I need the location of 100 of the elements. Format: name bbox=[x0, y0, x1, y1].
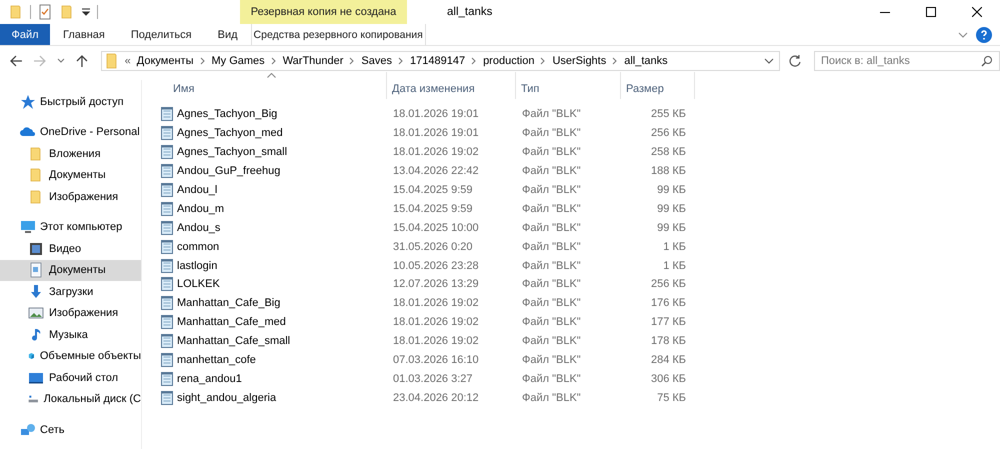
file-name[interactable]: Andou_l bbox=[177, 184, 218, 196]
ribbon-tab[interactable]: Поделиться bbox=[118, 24, 205, 45]
sidebar-item[interactable]: Изображения bbox=[0, 302, 141, 324]
file-name[interactable]: Manhattan_Cafe_med bbox=[177, 316, 286, 328]
sidebar-item[interactable]: Документы bbox=[0, 260, 141, 281]
table-cell-text: 18.01.2026 19:02 bbox=[392, 335, 480, 348]
breadcrumb[interactable]: all_tanks bbox=[624, 55, 668, 67]
file-name[interactable]: sight_andou_algeria bbox=[177, 392, 276, 404]
table-cell-text: 306 КБ bbox=[650, 372, 687, 385]
sidebar-item[interactable]: Музыка bbox=[0, 324, 141, 346]
table-cell-text: Файл "BLK" bbox=[521, 202, 582, 215]
picture-icon bbox=[28, 305, 44, 322]
table-cell-text: 01.03.2026 3:27 bbox=[392, 372, 474, 385]
table-cell-text: Файл "BLK" bbox=[521, 354, 582, 366]
file-icon bbox=[160, 314, 174, 330]
breadcrumb[interactable]: 171489147 bbox=[410, 55, 466, 67]
file-icon bbox=[160, 333, 174, 350]
address-bar[interactable]: « Документы My Games WarThunder Saves 171489147 production UserSights all_tanks bbox=[100, 51, 780, 71]
column-header[interactable]: Дата изменения bbox=[387, 72, 516, 99]
sidebar-item[interactable]: Рабочий стол bbox=[0, 367, 141, 388]
table-cell-text: 18.01.2026 19:01 bbox=[392, 108, 480, 120]
ribbon-tab[interactable]: Вид bbox=[204, 24, 251, 45]
document-icon bbox=[28, 262, 44, 278]
chevron-right-icon[interactable] bbox=[349, 57, 356, 65]
chevron-right-icon[interactable] bbox=[612, 57, 618, 65]
table-cell-text: 258 КБ bbox=[650, 146, 687, 158]
file-name[interactable]: manhettan_cofe bbox=[177, 354, 256, 366]
file-name[interactable]: Andou_GuP_freehug bbox=[177, 165, 280, 178]
file-name[interactable]: common bbox=[177, 240, 220, 253]
chevron-down-icon[interactable] bbox=[56, 57, 65, 65]
properties-icon[interactable] bbox=[37, 4, 53, 20]
column-header[interactable]: Тип bbox=[516, 72, 621, 99]
sidebar-item[interactable]: Объемные объекты bbox=[0, 346, 141, 367]
computer-icon bbox=[20, 219, 36, 236]
table-cell-text: 15.04.2025 9:59 bbox=[392, 202, 474, 215]
maximize-icon[interactable] bbox=[926, 7, 936, 17]
chevron-right-icon[interactable] bbox=[471, 57, 478, 65]
file-name[interactable]: Agnes_Tachyon_small bbox=[177, 146, 288, 158]
sidebar-item[interactable]: Этот компьютер bbox=[0, 216, 141, 238]
table-cell-text: 99 КБ bbox=[656, 202, 687, 215]
sidebar-item[interactable]: Загрузки bbox=[0, 281, 141, 302]
file-name[interactable]: lastlogin bbox=[177, 260, 218, 272]
sidebar-item[interactable]: OneDrive - Personal bbox=[0, 122, 141, 143]
sidebar-item[interactable]: Быстрый доступ bbox=[0, 91, 141, 112]
breadcrumb[interactable]: WarThunder bbox=[282, 55, 344, 67]
file-icon bbox=[160, 163, 174, 180]
file-name[interactable]: Manhattan_Cafe_small bbox=[177, 335, 290, 348]
ribbon-tab[interactable]: Файл bbox=[0, 24, 50, 45]
sidebar-item[interactable]: Изображения bbox=[0, 186, 141, 208]
chevron-right-icon[interactable] bbox=[270, 57, 277, 65]
table-cell-text: Файл "BLK" bbox=[521, 297, 582, 310]
table-cell-text: 176 КБ bbox=[650, 297, 687, 310]
sidebar-item[interactable]: Сеть bbox=[0, 419, 141, 440]
ribbon-tab[interactable]: Главная bbox=[50, 24, 118, 45]
back-arrow-icon[interactable] bbox=[9, 54, 23, 68]
overflow-marker[interactable]: « bbox=[124, 55, 131, 67]
sidebar-item[interactable]: Документы bbox=[0, 164, 141, 186]
table-cell-text: 255 КБ bbox=[650, 108, 687, 120]
sidebar-item[interactable]: Локальный диск (C bbox=[0, 388, 141, 410]
table-cell-text: 1 КБ bbox=[662, 260, 687, 272]
sidebar-item[interactable]: Видео bbox=[0, 238, 141, 260]
up-arrow-icon[interactable] bbox=[74, 54, 89, 68]
dropdown-icon[interactable] bbox=[81, 7, 91, 17]
file-name[interactable]: Andou_s bbox=[177, 222, 220, 234]
table-cell-text: 12.07.2026 13:29 bbox=[392, 278, 480, 290]
table-cell-text: 18.01.2026 19:02 bbox=[392, 146, 480, 158]
table-cell-text: Файл "BLK" bbox=[521, 108, 582, 120]
file-name[interactable]: Agnes_Tachyon_Big bbox=[177, 108, 278, 120]
table-cell-text: 99 КБ bbox=[656, 222, 687, 234]
file-name[interactable]: Agnes_Tachyon_med bbox=[177, 127, 283, 140]
table-cell-text: 178 КБ bbox=[650, 335, 687, 348]
breadcrumb[interactable]: Saves bbox=[361, 55, 392, 67]
file-name[interactable]: Andou_m bbox=[177, 202, 224, 215]
breadcrumb[interactable]: production bbox=[483, 55, 534, 67]
column-header[interactable]: Размер bbox=[621, 72, 695, 99]
breadcrumb[interactable]: Документы bbox=[136, 55, 194, 67]
chevron-down-icon[interactable] bbox=[764, 57, 774, 65]
column-header[interactable]: Имя bbox=[156, 72, 387, 99]
film-icon bbox=[28, 240, 44, 257]
chevron-right-icon[interactable] bbox=[540, 57, 546, 65]
file-name[interactable]: LOLKEK bbox=[177, 278, 220, 290]
chevron-right-icon[interactable] bbox=[200, 57, 206, 65]
breadcrumb[interactable]: UserSights bbox=[552, 55, 606, 67]
table-cell-text: 18.01.2026 19:02 bbox=[392, 297, 480, 310]
file-icon bbox=[160, 182, 174, 198]
table-cell-text: 188 КБ bbox=[650, 165, 687, 178]
sidebar-item[interactable]: Вложения bbox=[0, 143, 141, 164]
refresh-icon[interactable] bbox=[788, 54, 802, 68]
breadcrumb[interactable]: My Games bbox=[212, 55, 265, 67]
help-icon[interactable] bbox=[976, 26, 992, 42]
close-icon[interactable] bbox=[972, 7, 982, 17]
sort-caret-icon bbox=[267, 73, 276, 78]
chevron-right-icon[interactable] bbox=[398, 57, 404, 65]
search-field[interactable]: Поиск в: all_tanks bbox=[814, 51, 1000, 71]
ribbon-tab[interactable]: Средства резервного копирования bbox=[250, 24, 426, 45]
table-cell-text: 15.04.2025 10:00 bbox=[392, 222, 480, 234]
file-name[interactable]: Manhattan_Cafe_Big bbox=[177, 297, 280, 310]
file-name[interactable]: rena_andou1 bbox=[177, 372, 242, 385]
folder-icon bbox=[104, 53, 119, 69]
chevron-down-icon[interactable] bbox=[958, 30, 968, 40]
